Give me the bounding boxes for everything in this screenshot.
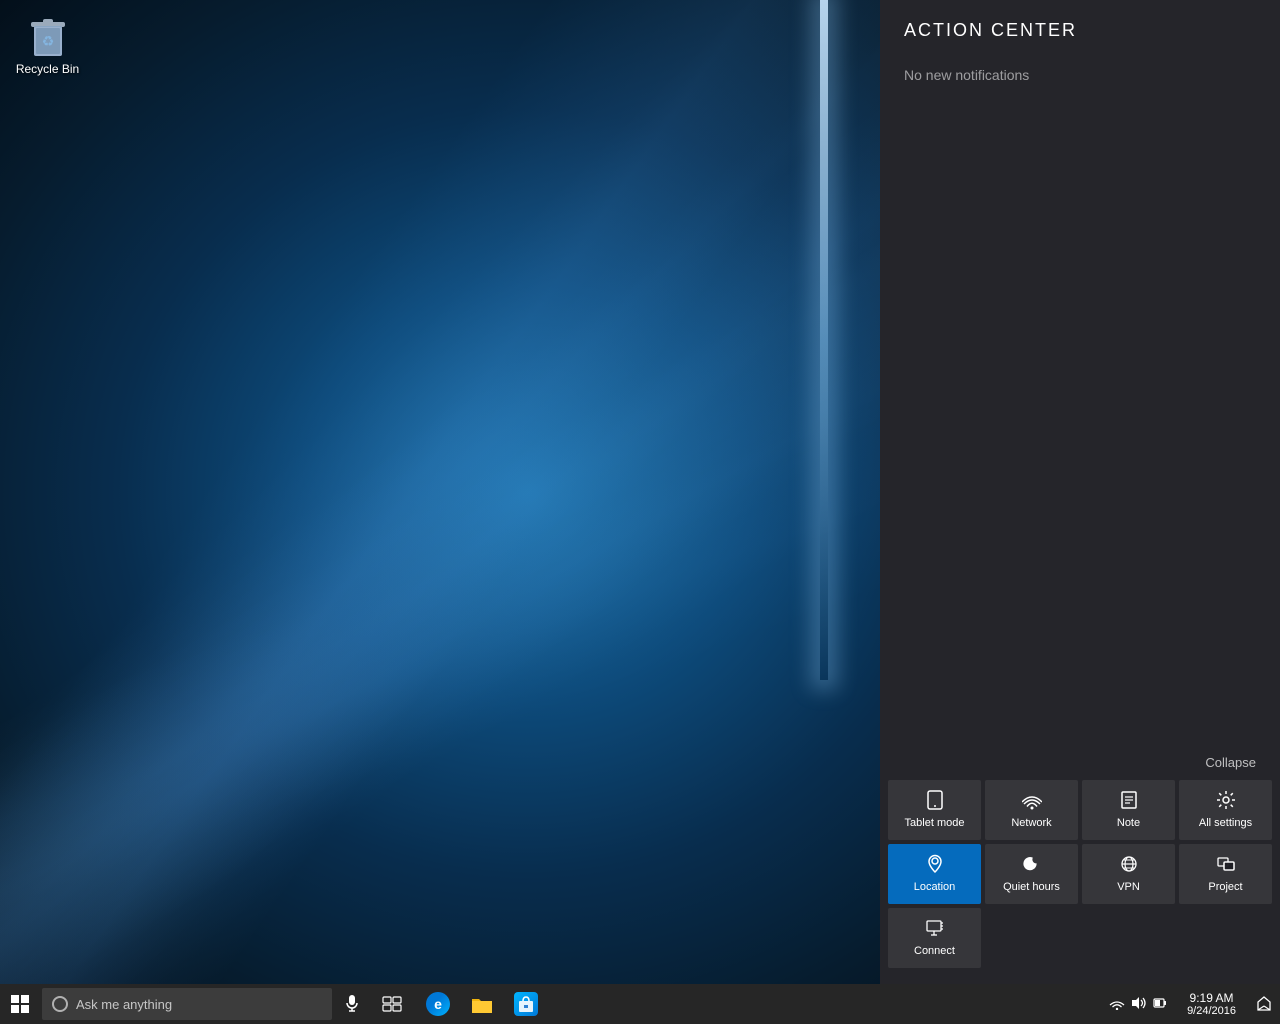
desktop: ♻ Recycle Bin <box>0 0 880 984</box>
location-label: Location <box>914 881 956 893</box>
volume-icon <box>1131 996 1147 1010</box>
date-display: 9/24/2016 <box>1187 1005 1236 1017</box>
vpn-icon <box>1119 854 1139 877</box>
recycle-bin-svg: ♻ <box>24 10 72 58</box>
power-tray-icon[interactable] <box>1153 996 1167 1013</box>
tile-connect[interactable]: Connect <box>888 908 981 968</box>
start-button[interactable] <box>0 984 40 1024</box>
file-explorer-button[interactable] <box>460 984 504 1024</box>
system-tray: 9:19 AM 9/24/2016 <box>1101 984 1280 1024</box>
quiet-hours-label: Quiet hours <box>1003 881 1060 893</box>
tile-all-settings[interactable]: All settings <box>1179 780 1272 840</box>
battery-icon <box>1153 996 1167 1010</box>
tablet-mode-label: Tablet mode <box>905 817 965 829</box>
all-settings-label: All settings <box>1199 817 1252 829</box>
location-icon <box>925 854 945 877</box>
taskbar-search-bar[interactable]: Ask me anything <box>42 988 332 1020</box>
edge-icon: e <box>426 992 450 1016</box>
systray-icons <box>1101 996 1175 1013</box>
clock[interactable]: 9:19 AM 9/24/2016 <box>1175 984 1248 1024</box>
action-center-title: ACTION CENTER <box>904 20 1256 41</box>
store-icon <box>514 992 538 1016</box>
task-view-button[interactable] <box>372 984 412 1024</box>
time-display: 9:19 AM <box>1190 991 1234 1005</box>
file-explorer-icon <box>470 993 494 1015</box>
tile-location[interactable]: Location <box>888 844 981 904</box>
edge-app-button[interactable]: e <box>416 984 460 1024</box>
mic-icon <box>345 994 359 1014</box>
connect-icon <box>925 918 945 941</box>
action-center-panel: ACTION CENTER No new notifications Colla… <box>880 0 1280 984</box>
network-tray-icon[interactable] <box>1109 996 1125 1013</box>
quick-actions-grid: Tablet mode Network Note <box>880 780 1280 984</box>
tile-quiet-hours[interactable]: Quiet hours <box>985 844 1078 904</box>
taskbar: Ask me anything e <box>0 984 1280 1024</box>
project-icon <box>1216 854 1236 877</box>
search-placeholder-text: Ask me anything <box>76 997 172 1012</box>
notifications-area: No new notifications <box>880 51 1280 746</box>
no-notifications-text: No new notifications <box>904 67 1256 83</box>
action-center-header: ACTION CENTER <box>880 0 1280 51</box>
store-button[interactable] <box>504 984 548 1024</box>
tile-network[interactable]: Network <box>985 780 1078 840</box>
recycle-bin-icon[interactable]: ♻ Recycle Bin <box>10 10 85 76</box>
recycle-bin-label: Recycle Bin <box>16 62 79 76</box>
tile-vpn[interactable]: VPN <box>1082 844 1175 904</box>
taskbar-apps: e <box>416 984 548 1024</box>
collapse-button[interactable]: Collapse <box>1205 755 1256 770</box>
desktop-rays <box>0 0 880 984</box>
search-icon <box>52 996 68 1012</box>
all-settings-icon <box>1216 790 1236 813</box>
note-icon <box>1119 790 1139 813</box>
windows-logo-icon <box>11 995 29 1013</box>
tile-note[interactable]: Note <box>1082 780 1175 840</box>
vpn-label: VPN <box>1117 881 1140 893</box>
quiet-hours-icon <box>1022 854 1042 877</box>
collapse-area[interactable]: Collapse <box>880 746 1280 780</box>
network-icon <box>1022 790 1042 813</box>
tile-tablet-mode[interactable]: Tablet mode <box>888 780 981 840</box>
connect-label: Connect <box>914 945 955 957</box>
tablet-mode-icon <box>925 790 945 813</box>
task-view-icon <box>382 996 402 1012</box>
wifi-tray-icon <box>1109 996 1125 1010</box>
note-label: Note <box>1117 817 1140 829</box>
action-center-button[interactable] <box>1248 984 1280 1024</box>
notification-icon <box>1256 996 1272 1012</box>
project-label: Project <box>1208 881 1242 893</box>
microphone-button[interactable] <box>332 984 372 1024</box>
volume-tray-icon[interactable] <box>1131 996 1147 1013</box>
network-label: Network <box>1011 817 1051 829</box>
tile-project[interactable]: Project <box>1179 844 1272 904</box>
